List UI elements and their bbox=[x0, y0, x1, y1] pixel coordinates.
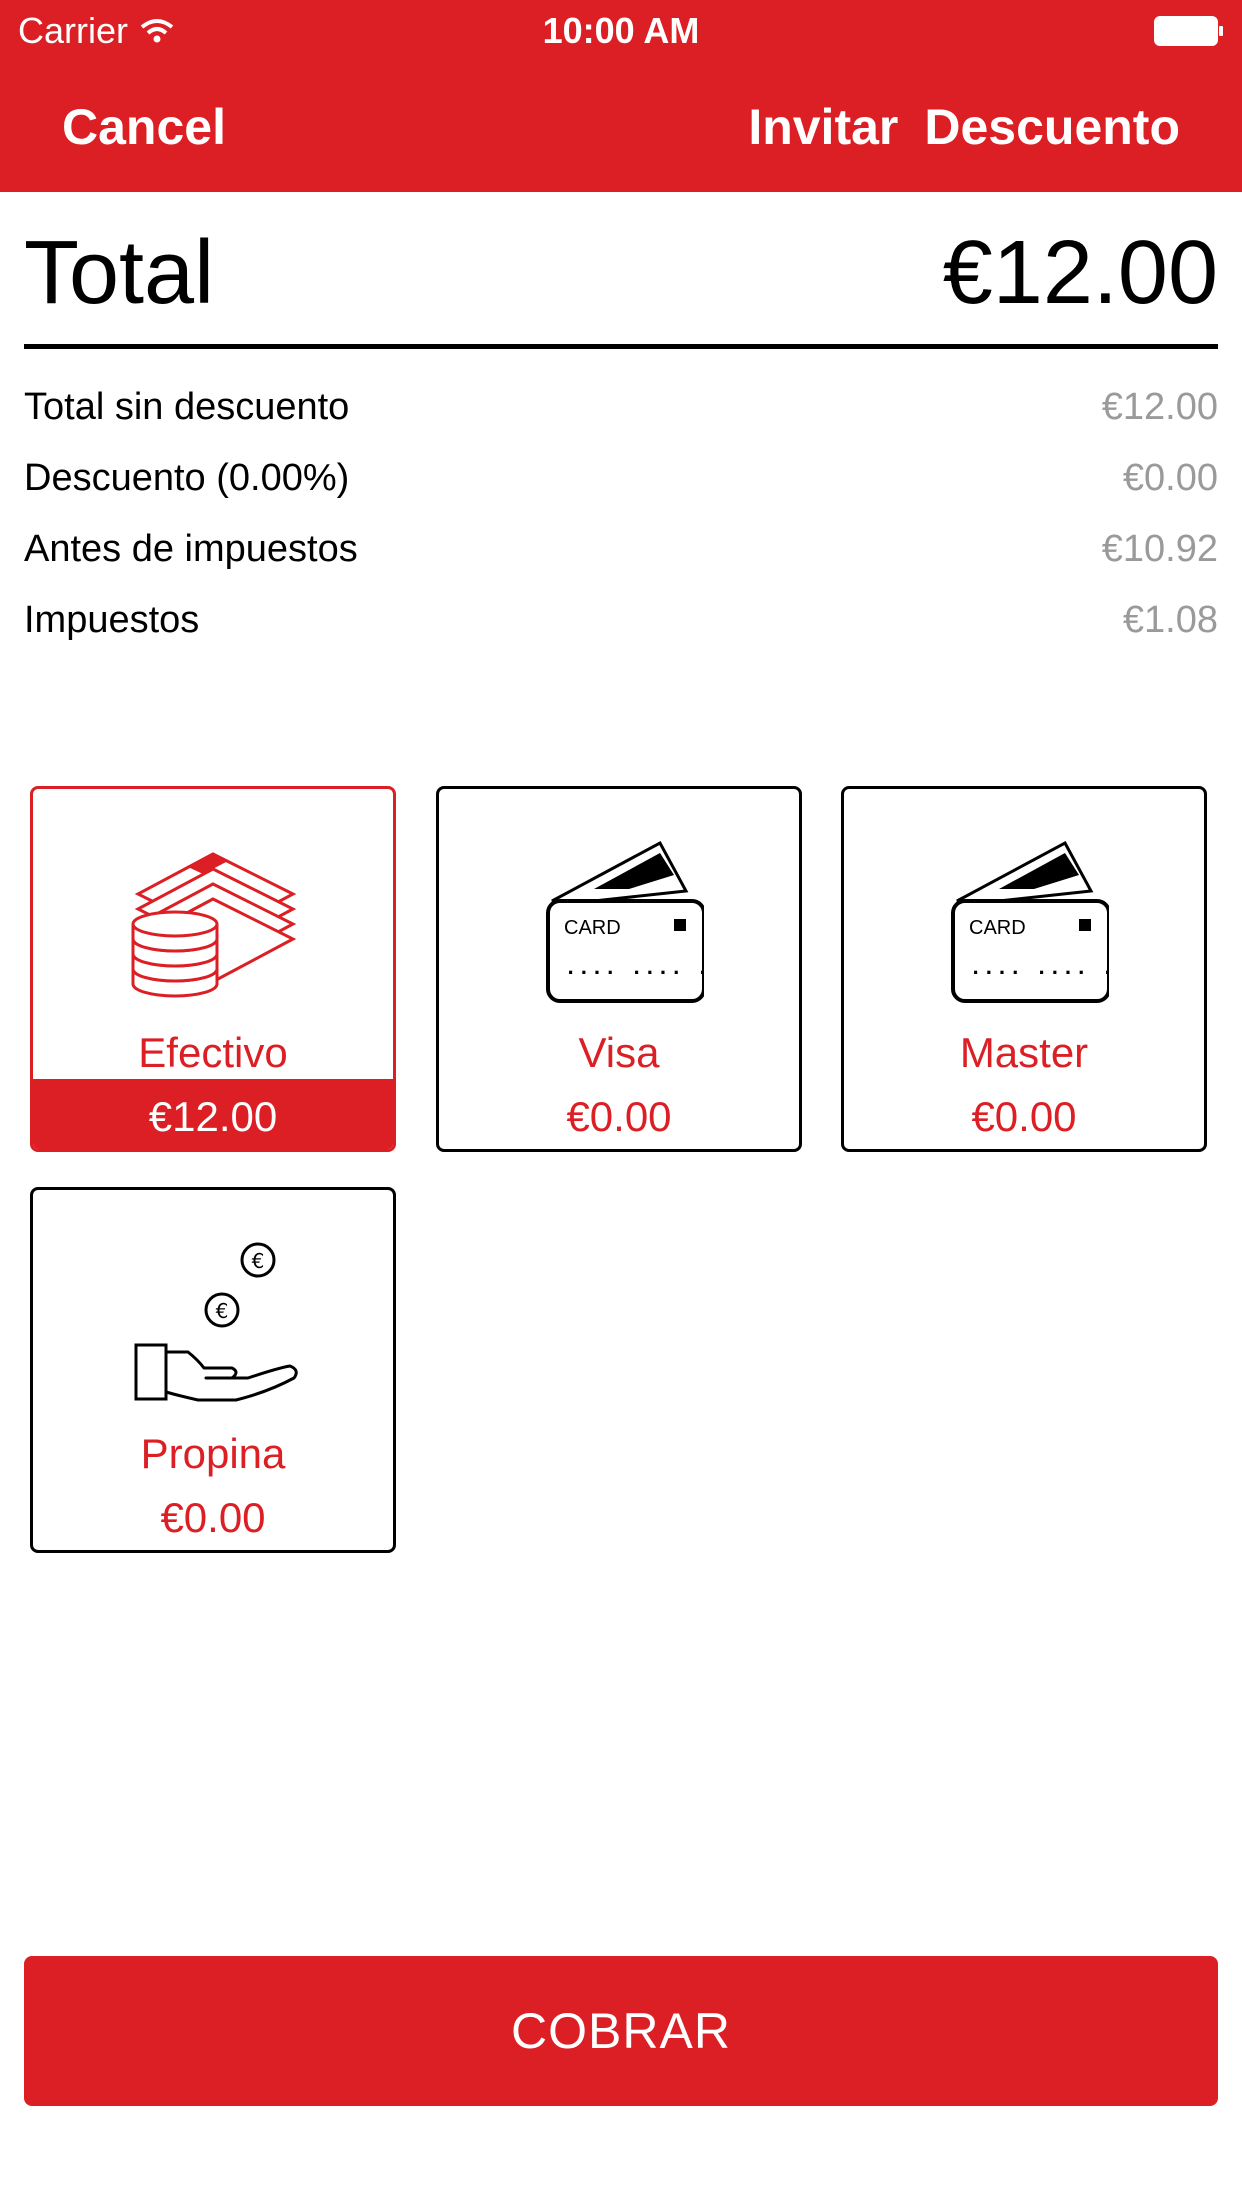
payment-tile-propina[interactable]: € € Propina €0.00 bbox=[30, 1187, 396, 1553]
total-row: Total €12.00 bbox=[24, 222, 1218, 349]
breakdown-label: Total sin descuento bbox=[24, 386, 350, 428]
breakdown-value: €12.00 bbox=[1101, 386, 1218, 428]
navigation-header: Carrier 10:00 AM Cancel Invitar Descuent… bbox=[0, 0, 1242, 192]
descuento-button[interactable]: Descuento bbox=[924, 98, 1180, 156]
payment-name: Master bbox=[959, 1029, 1089, 1076]
coin-symbol: € bbox=[252, 1249, 265, 1273]
breakdown-label: Impuestos bbox=[24, 599, 200, 641]
status-bar: Carrier 10:00 AM bbox=[0, 0, 1242, 62]
card-text: CARD bbox=[969, 917, 1026, 939]
breakdown-value: €10.92 bbox=[1101, 528, 1218, 570]
breakdown-value: €0.00 bbox=[1122, 457, 1218, 499]
payment-amount: €12.00 bbox=[33, 1079, 393, 1149]
cobrar-button[interactable]: COBRAR bbox=[24, 1956, 1218, 2106]
cash-coins-icon bbox=[33, 839, 393, 1009]
payment-tile-master[interactable]: CARD .... .... .. Master €0.00 bbox=[841, 786, 1207, 1152]
payment-amount: €0.00 bbox=[566, 1093, 672, 1140]
breakdown-row: Impuestos €1.08 bbox=[24, 585, 1218, 656]
coin-symbol: € bbox=[216, 1299, 229, 1323]
battery-icon bbox=[1154, 16, 1223, 46]
price-breakdown: Total sin descuento €12.00 Descuento (0.… bbox=[24, 372, 1218, 656]
payment-name: Propina bbox=[140, 1430, 286, 1477]
payment-tile-visa[interactable]: CARD .... .... .. Visa €0.00 bbox=[436, 786, 802, 1152]
payment-amount: €0.00 bbox=[160, 1494, 266, 1541]
svg-text:.... .... ..: .... .... .. bbox=[564, 956, 704, 981]
breakdown-row: Antes de impuestos €10.92 bbox=[24, 514, 1218, 585]
invitar-button[interactable]: Invitar bbox=[748, 98, 898, 156]
credit-card-icon: CARD .... .... .. bbox=[844, 839, 1204, 1009]
breakdown-label: Antes de impuestos bbox=[24, 528, 358, 570]
payment-name: Efectivo bbox=[138, 1029, 288, 1076]
payment-tile-efectivo[interactable]: Efectivo €12.00 bbox=[30, 786, 396, 1152]
svg-text:.... .... ..: .... .... .. bbox=[969, 956, 1109, 981]
cancel-button[interactable]: Cancel bbox=[62, 98, 226, 156]
total-label: Total bbox=[24, 223, 215, 323]
payment-amount: €0.00 bbox=[971, 1093, 1077, 1140]
card-text: CARD bbox=[564, 917, 621, 939]
credit-card-icon: CARD .... .... .. bbox=[439, 839, 799, 1009]
status-time: 10:00 AM bbox=[542, 10, 700, 51]
total-value: €12.00 bbox=[942, 223, 1218, 323]
breakdown-row: Total sin descuento €12.00 bbox=[24, 372, 1218, 443]
nav-actions: Invitar Descuento bbox=[748, 98, 1180, 156]
tip-hand-coins-icon: € € bbox=[33, 1240, 393, 1410]
breakdown-label: Descuento (0.00%) bbox=[24, 457, 350, 499]
breakdown-value: €1.08 bbox=[1122, 599, 1218, 641]
payment-name: Visa bbox=[578, 1029, 660, 1076]
breakdown-row: Descuento (0.00%) €0.00 bbox=[24, 443, 1218, 514]
